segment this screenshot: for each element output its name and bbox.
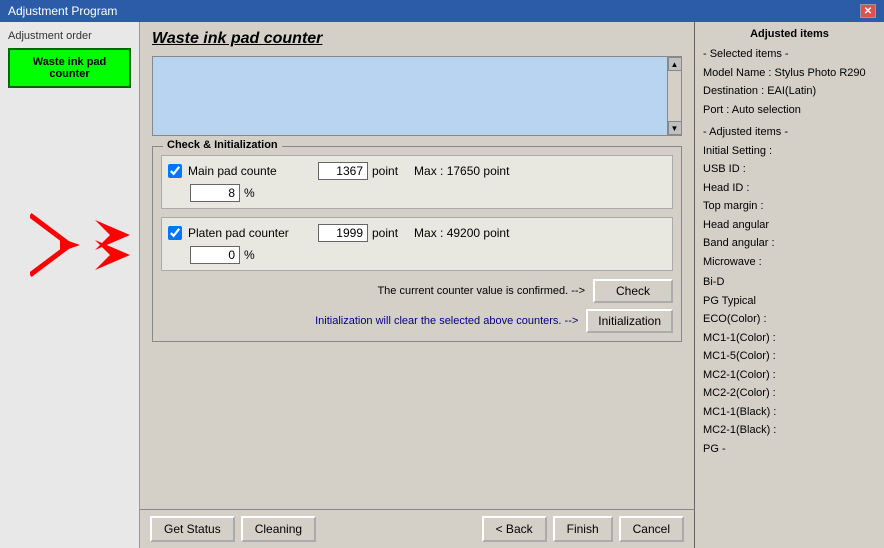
band-angular: Band angular :	[703, 235, 876, 252]
platen-pad-row: Platen pad counter 1999 point Max : 4920…	[168, 224, 666, 242]
mc2-2-color: MC2-2(Color) :	[703, 385, 876, 402]
destination: Destination : EAI(Latin)	[703, 83, 876, 100]
scroll-up-button[interactable]: ▲	[668, 57, 682, 71]
confirmed-text: The current counter value is confirmed. …	[161, 285, 585, 297]
left-panel-title: Adjustment order	[8, 30, 131, 42]
top-margin: Top margin :	[703, 198, 876, 215]
get-status-button[interactable]: Get Status	[150, 516, 235, 542]
adjusted-items-title: Adjusted items	[703, 28, 876, 40]
main-pad-label: Main pad counte	[188, 164, 318, 178]
head-angular: Head angular	[703, 217, 876, 234]
scroll-down-button[interactable]: ▼	[668, 121, 682, 135]
eco-color: ECO(Color) :	[703, 311, 876, 328]
check-init-section: Check & Initialization Main pad counte 1…	[152, 146, 682, 342]
bottom-toolbar: Get Status Cleaning < Back Finish Cancel	[140, 509, 694, 548]
close-button[interactable]: ✕	[860, 4, 876, 18]
selected-items-label: - Selected items -	[703, 46, 876, 63]
bi-d: Bi-D	[703, 274, 876, 291]
platen-pad-unit: point	[372, 226, 398, 240]
init-text: Initialization will clear the selected a…	[161, 315, 578, 327]
main-pad-counter-block: Main pad counte 1367 point Max : 17650 p…	[161, 155, 673, 209]
head-id: Head ID :	[703, 180, 876, 197]
mc1-5-color: MC1-5(Color) :	[703, 348, 876, 365]
adjusted-items-label: - Adjusted items -	[703, 124, 876, 141]
title-bar: Adjustment Program ✕	[0, 0, 884, 22]
scrollbar[interactable]: ▲ ▼	[667, 57, 681, 135]
platen-pad-max: Max : 49200 point	[414, 226, 509, 240]
initialization-button[interactable]: Initialization	[586, 309, 673, 333]
main-pad-checkbox[interactable]	[168, 164, 182, 178]
mc1-1-black: MC1-1(Black) :	[703, 404, 876, 421]
panel-title: Waste ink pad counter	[152, 30, 682, 48]
cancel-button[interactable]: Cancel	[619, 516, 684, 542]
center-content: Waste ink pad counter ▲ ▼ Check & Initia…	[140, 22, 694, 509]
microwave: Microwave :	[703, 254, 876, 271]
model-name: Model Name : Stylus Photo R290	[703, 65, 876, 82]
text-area: ▲ ▼	[152, 56, 682, 136]
main-pad-unit: point	[372, 164, 398, 178]
center-panel: Waste ink pad counter ▲ ▼ Check & Initia…	[140, 22, 694, 548]
check-action-row: The current counter value is confirmed. …	[161, 279, 673, 303]
platen-pad-percent-row: 0 %	[190, 246, 666, 264]
platen-pad-percent-value: 0	[190, 246, 240, 264]
pg-typical: PG Typical	[703, 293, 876, 310]
left-panel: Adjustment order Waste ink pad counter	[0, 22, 140, 548]
pg: PG -	[703, 441, 876, 458]
init-action-row: Initialization will clear the selected a…	[161, 309, 673, 333]
port: Port : Auto selection	[703, 102, 876, 119]
cleaning-button[interactable]: Cleaning	[241, 516, 316, 542]
main-pad-percent-value: 8	[190, 184, 240, 202]
mc1-1-color: MC1-1(Color) :	[703, 330, 876, 347]
finish-button[interactable]: Finish	[553, 516, 613, 542]
main-pad-percent-unit: %	[244, 186, 255, 200]
platen-pad-counter-block: Platen pad counter 1999 point Max : 4920…	[161, 217, 673, 271]
platen-pad-value: 1999	[318, 224, 368, 242]
mc2-1-color: MC2-1(Color) :	[703, 367, 876, 384]
usb-id: USB ID :	[703, 161, 876, 178]
mc2-1-black: MC2-1(Black) :	[703, 422, 876, 439]
main-pad-value: 1367	[318, 162, 368, 180]
main-pad-percent-row: 8 %	[190, 184, 666, 202]
waste-pad-counter-button[interactable]: Waste ink pad counter	[8, 48, 131, 88]
main-layout: Adjustment order Waste ink pad counter W…	[0, 22, 884, 548]
back-button[interactable]: < Back	[482, 516, 547, 542]
section-label: Check & Initialization	[163, 139, 282, 151]
main-pad-row: Main pad counte 1367 point Max : 17650 p…	[168, 162, 666, 180]
initial-setting: Initial Setting :	[703, 143, 876, 160]
main-pad-max: Max : 17650 point	[414, 164, 509, 178]
title-bar-label: Adjustment Program	[8, 4, 117, 18]
platen-pad-checkbox[interactable]	[168, 226, 182, 240]
right-panel: Adjusted items - Selected items - Model …	[694, 22, 884, 548]
platen-pad-label: Platen pad counter	[188, 226, 318, 240]
platen-pad-percent-unit: %	[244, 248, 255, 262]
check-button[interactable]: Check	[593, 279, 673, 303]
